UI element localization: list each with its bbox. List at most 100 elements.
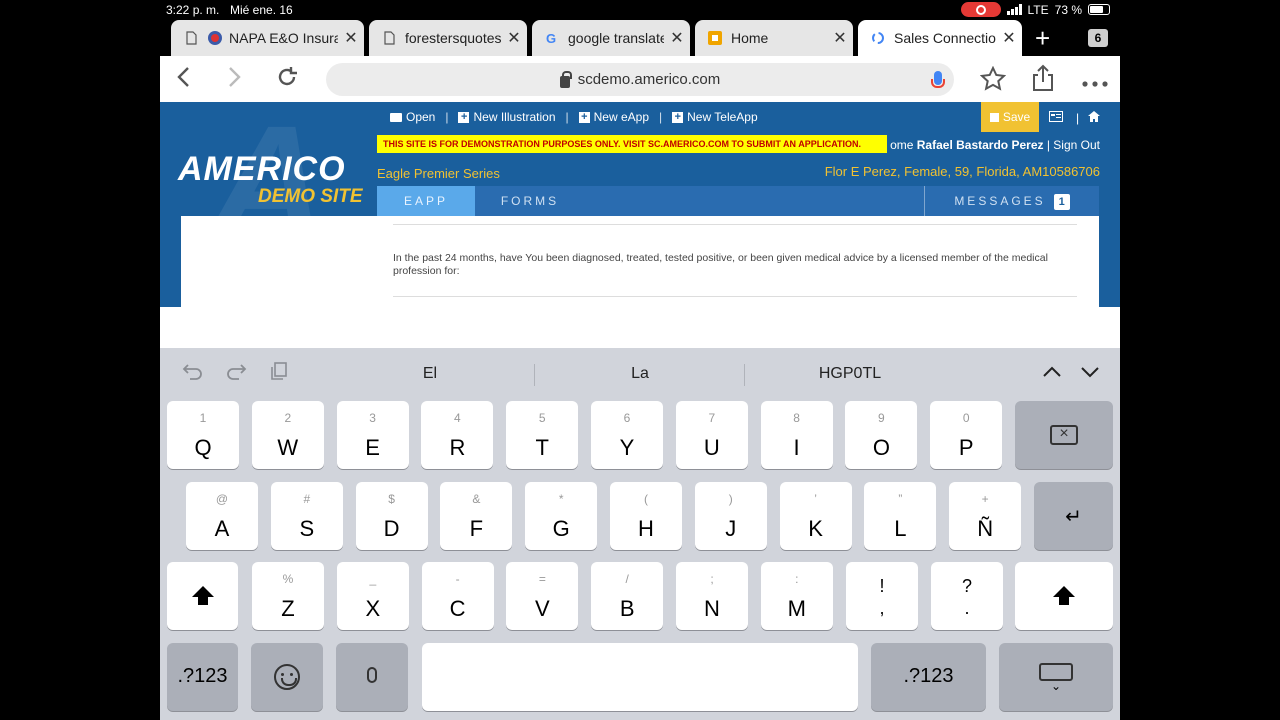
key-h[interactable]: (H	[610, 482, 682, 550]
new-teleapp-label: New TeleApp	[687, 110, 758, 124]
chevron-down-icon[interactable]	[1080, 362, 1100, 383]
key-r[interactable]: 4R	[421, 401, 494, 469]
key-letter: J	[725, 516, 737, 541]
tab-home[interactable]: Home ✕	[695, 20, 853, 56]
tab-google-translate[interactable]: G google translate - ✕	[532, 20, 690, 56]
hide-keyboard-key[interactable]	[999, 643, 1113, 711]
question-period-key[interactable]: ? .	[931, 562, 1003, 630]
reload-icon[interactable]	[276, 66, 298, 94]
close-icon[interactable]: ✕	[996, 28, 1022, 48]
key-m[interactable]: :M	[760, 562, 833, 630]
key-e[interactable]: 3E	[336, 401, 409, 469]
numbers-key-label: .?123	[903, 665, 954, 687]
tab-napa[interactable]: NAPA E&O Insura ✕	[171, 20, 364, 56]
key-t[interactable]: 5T	[506, 401, 579, 469]
key-f[interactable]: & F	[440, 482, 513, 550]
address-bar[interactable]: scdemo.americo.com	[326, 63, 954, 96]
key-s[interactable]: # S	[270, 482, 343, 550]
shift-key-left[interactable]	[167, 562, 238, 630]
tab-sales-connection[interactable]: Sales Connection ✕	[858, 20, 1022, 56]
key-n[interactable]: ; N	[676, 562, 748, 630]
space-bar[interactable]	[422, 643, 858, 711]
key-hint: -	[455, 572, 460, 586]
key-letter: I	[793, 435, 800, 460]
key-p[interactable]: 0P	[930, 401, 1003, 469]
key-v[interactable]: = V	[506, 562, 579, 630]
key-o[interactable]: 9O	[845, 401, 918, 469]
share-icon[interactable]	[1032, 64, 1054, 98]
suggestion-2[interactable]: La	[600, 365, 680, 383]
new-tab-plus-icon[interactable]: +	[1035, 23, 1050, 54]
key-ñ[interactable]: + Ñ	[949, 482, 1022, 550]
key-hint: @	[215, 492, 229, 506]
close-icon[interactable]: ✕	[827, 28, 853, 48]
site-toolbar: Open | + New Illustration | + New eApp | +…	[386, 110, 762, 124]
numbers-key-right[interactable]: .?123	[871, 643, 986, 711]
key-k[interactable]: ’ K	[779, 482, 852, 550]
key-letter: G	[552, 516, 570, 541]
undo-icon[interactable]	[182, 362, 204, 386]
new-teleapp-button[interactable]: + New TeleApp	[668, 110, 762, 124]
save-icon	[989, 112, 999, 122]
demo-site-label: DEMO SITE	[258, 186, 363, 207]
key-j[interactable]: ) J	[694, 482, 767, 550]
paste-icon[interactable]	[270, 362, 288, 386]
close-icon[interactable]: ✕	[338, 28, 364, 48]
product-series: Eagle Premier Series	[377, 166, 500, 181]
shift-key-right[interactable]	[1015, 562, 1113, 630]
backspace-key[interactable]	[1015, 401, 1113, 469]
tab-forms[interactable]: FORMS	[475, 186, 585, 216]
google-icon: G	[544, 30, 560, 46]
open-button[interactable]: Open	[386, 110, 439, 124]
redo-icon[interactable]	[225, 362, 247, 386]
battery-icon	[1088, 4, 1110, 15]
suggestion-3[interactable]: HGP0TL	[790, 365, 910, 383]
new-eapp-button[interactable]: + New eApp	[575, 110, 653, 124]
home-icon[interactable]	[1088, 111, 1100, 125]
tab-messages[interactable]: MESSAGES 1	[925, 186, 1099, 216]
voice-search-mic-icon[interactable]	[931, 71, 945, 88]
key-d[interactable]: $ D	[355, 482, 428, 550]
key-c[interactable]: -C	[421, 562, 494, 630]
network-label: LTE	[1027, 2, 1049, 17]
signal-icon	[1006, 4, 1022, 15]
tab-foresters[interactable]: forestersquotes. ✕	[369, 20, 527, 56]
screen-recording-icon[interactable]	[960, 2, 1001, 17]
forward-arrow-icon[interactable]	[228, 66, 242, 94]
key-w[interactable]: 2W	[251, 401, 324, 469]
new-illustration-button[interactable]: + New Illustration	[454, 110, 559, 124]
tab-label: NAPA E&O Insura	[229, 30, 338, 46]
tab-eapp[interactable]: EAPP	[377, 186, 475, 216]
card-icon[interactable]	[1049, 111, 1063, 125]
key-g[interactable]: * G	[525, 482, 598, 550]
sign-out-link[interactable]: Sign Out	[1053, 138, 1100, 152]
dictation-key[interactable]	[336, 643, 408, 711]
key-y[interactable]: 6Y	[591, 401, 663, 469]
back-arrow-icon[interactable]	[176, 66, 190, 94]
americo-logo[interactable]: AMERICO	[178, 150, 346, 189]
key-z[interactable]: % Z	[252, 562, 324, 630]
key-b[interactable]: / B	[591, 562, 664, 630]
emoji-key[interactable]	[251, 643, 323, 711]
key-l[interactable]: ” L	[864, 482, 937, 550]
exclamation-comma-key[interactable]: ! ,	[846, 562, 918, 630]
key-u[interactable]: 7U	[675, 401, 748, 469]
key-letter: H	[638, 516, 654, 541]
key-i[interactable]: 8I	[760, 401, 833, 469]
chevron-up-icon[interactable]	[1042, 362, 1062, 383]
key-hint: +	[981, 492, 989, 506]
key-q[interactable]: 1Q	[167, 401, 239, 469]
close-icon[interactable]: ✕	[664, 28, 690, 48]
return-icon: ↵	[1065, 506, 1082, 528]
key-x[interactable]: _ X	[336, 562, 409, 630]
save-button[interactable]: Save	[981, 102, 1039, 132]
key-letter: U	[703, 435, 720, 460]
close-icon[interactable]: ✕	[501, 28, 527, 48]
tab-count[interactable]: 6	[1088, 29, 1108, 47]
bookmark-star-icon[interactable]	[979, 65, 1007, 98]
suggestion-1[interactable]: El	[390, 365, 470, 383]
numbers-key-left[interactable]: .?123	[167, 643, 238, 711]
key-a[interactable]: @ A	[186, 482, 258, 550]
return-key[interactable]: ↵	[1034, 482, 1113, 550]
more-menu-icon[interactable]	[1082, 68, 1108, 94]
